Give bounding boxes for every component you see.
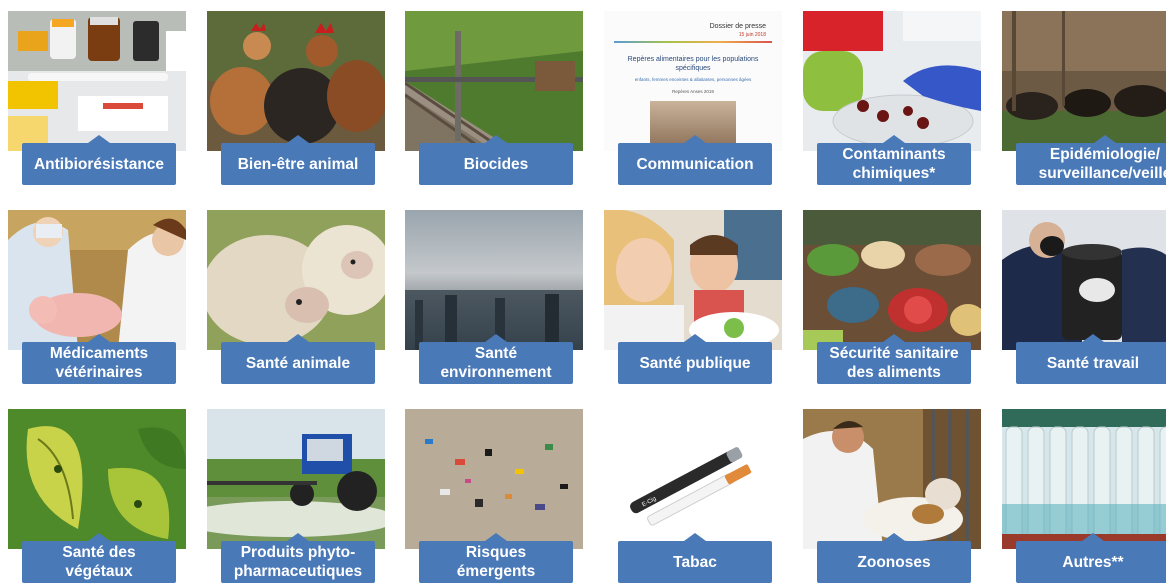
tile-label: Zoonoses bbox=[817, 533, 971, 583]
topic-grid: Antibiorésistance Bien-être animal Bioci… bbox=[0, 0, 1166, 583]
wild-boars-photo bbox=[1002, 11, 1166, 151]
press-kit-cover-photo: Dossier de presse 15 juin 2018 Repères a… bbox=[604, 11, 782, 151]
tile-label: Médicaments vétérinaires bbox=[22, 334, 176, 384]
tile-autres[interactable]: Autres** bbox=[1002, 409, 1166, 587]
railway-photo bbox=[405, 11, 583, 151]
sheep-photo bbox=[207, 210, 385, 350]
hens-photo bbox=[207, 11, 385, 151]
press-kit-footer: Repères Anses 2019 bbox=[672, 89, 714, 94]
press-kit-subtitle: enfants, femmes enceintes & allaitantes,… bbox=[634, 77, 752, 82]
vet-piglet-photo bbox=[8, 210, 186, 350]
tile-bien-etre-animal[interactable]: Bien-être animal bbox=[207, 11, 385, 189]
vet-calf-photo bbox=[803, 409, 981, 549]
tile-sante-vegetaux[interactable]: Santé des végétaux bbox=[8, 409, 186, 587]
tile-sante-travail[interactable]: Santé travail bbox=[1002, 210, 1166, 388]
tile-risques-emergents[interactable]: Risques émergents bbox=[405, 409, 583, 587]
smog-city-photo bbox=[405, 210, 583, 350]
press-kit-date: 15 juin 2018 bbox=[738, 32, 766, 38]
tile-biocides[interactable]: Biocides bbox=[405, 11, 583, 189]
microplastics-photo bbox=[405, 409, 583, 549]
test-tubes-photo bbox=[1002, 409, 1166, 549]
press-kit-title: Dossier de presse bbox=[709, 23, 766, 30]
tile-label: Communication bbox=[618, 135, 772, 185]
tile-label: Autres** bbox=[1016, 533, 1166, 583]
tile-epidemiologie[interactable]: Epidémiologie/ surveillance/veille bbox=[1002, 11, 1166, 189]
tile-label: Santé animale bbox=[221, 334, 375, 384]
tile-label: Santé publique bbox=[618, 334, 772, 384]
tile-produits-phytopharmaceutiques[interactable]: Produits phyto- pharmaceutiques bbox=[207, 409, 385, 587]
lab-gloved-hand-photo bbox=[803, 11, 981, 151]
tile-sante-animale[interactable]: Santé animale bbox=[207, 210, 385, 388]
tile-tabac[interactable]: E-Cig Tabac bbox=[604, 409, 782, 587]
tile-medicaments-veterinaires[interactable]: Médicaments vétérinaires bbox=[8, 210, 186, 388]
tile-communication[interactable]: Dossier de presse 15 juin 2018 Repères a… bbox=[604, 11, 782, 189]
leaves-photo bbox=[8, 409, 186, 549]
tractor-spraying-photo bbox=[207, 409, 385, 549]
tile-label: Produits phyto- pharmaceutiques bbox=[221, 533, 375, 583]
tile-label: Contaminants chimiques* bbox=[817, 135, 971, 185]
tile-label: Santé environnement bbox=[419, 334, 573, 384]
tile-label: Epidémiologie/ surveillance/veille bbox=[1016, 135, 1166, 185]
tile-label: Sécurité sanitaire des aliments bbox=[817, 334, 971, 384]
tile-label: Biocides bbox=[419, 135, 573, 185]
tile-label: Santé des végétaux bbox=[22, 533, 176, 583]
tile-zoonoses[interactable]: Zoonoses bbox=[803, 409, 981, 587]
food-table-photo bbox=[803, 210, 981, 350]
press-kit-rule bbox=[614, 41, 772, 43]
tile-label: Tabac bbox=[618, 533, 772, 583]
press-kit-heading: Repères alimentaires pour les population… bbox=[627, 56, 759, 72]
tile-securite-sanitaire-aliments[interactable]: Sécurité sanitaire des aliments bbox=[803, 210, 981, 388]
tile-contaminants-chimiques[interactable]: Contaminants chimiques* bbox=[803, 11, 981, 189]
tile-sante-publique[interactable]: Santé publique bbox=[604, 210, 782, 388]
tile-label: Risques émergents bbox=[419, 533, 573, 583]
tile-label: Bien-être animal bbox=[221, 135, 375, 185]
children-eating-photo bbox=[604, 210, 782, 350]
tile-label: Santé travail bbox=[1016, 334, 1166, 384]
e-cigarette-photo: E-Cig bbox=[604, 409, 782, 549]
pills-syringe-photo bbox=[8, 11, 186, 151]
tile-sante-environnement[interactable]: Santé environnement bbox=[405, 210, 583, 388]
worker-mask-photo bbox=[1002, 210, 1166, 350]
tile-antibioresistance[interactable]: Antibiorésistance bbox=[8, 11, 186, 189]
tile-label: Antibiorésistance bbox=[22, 135, 176, 185]
